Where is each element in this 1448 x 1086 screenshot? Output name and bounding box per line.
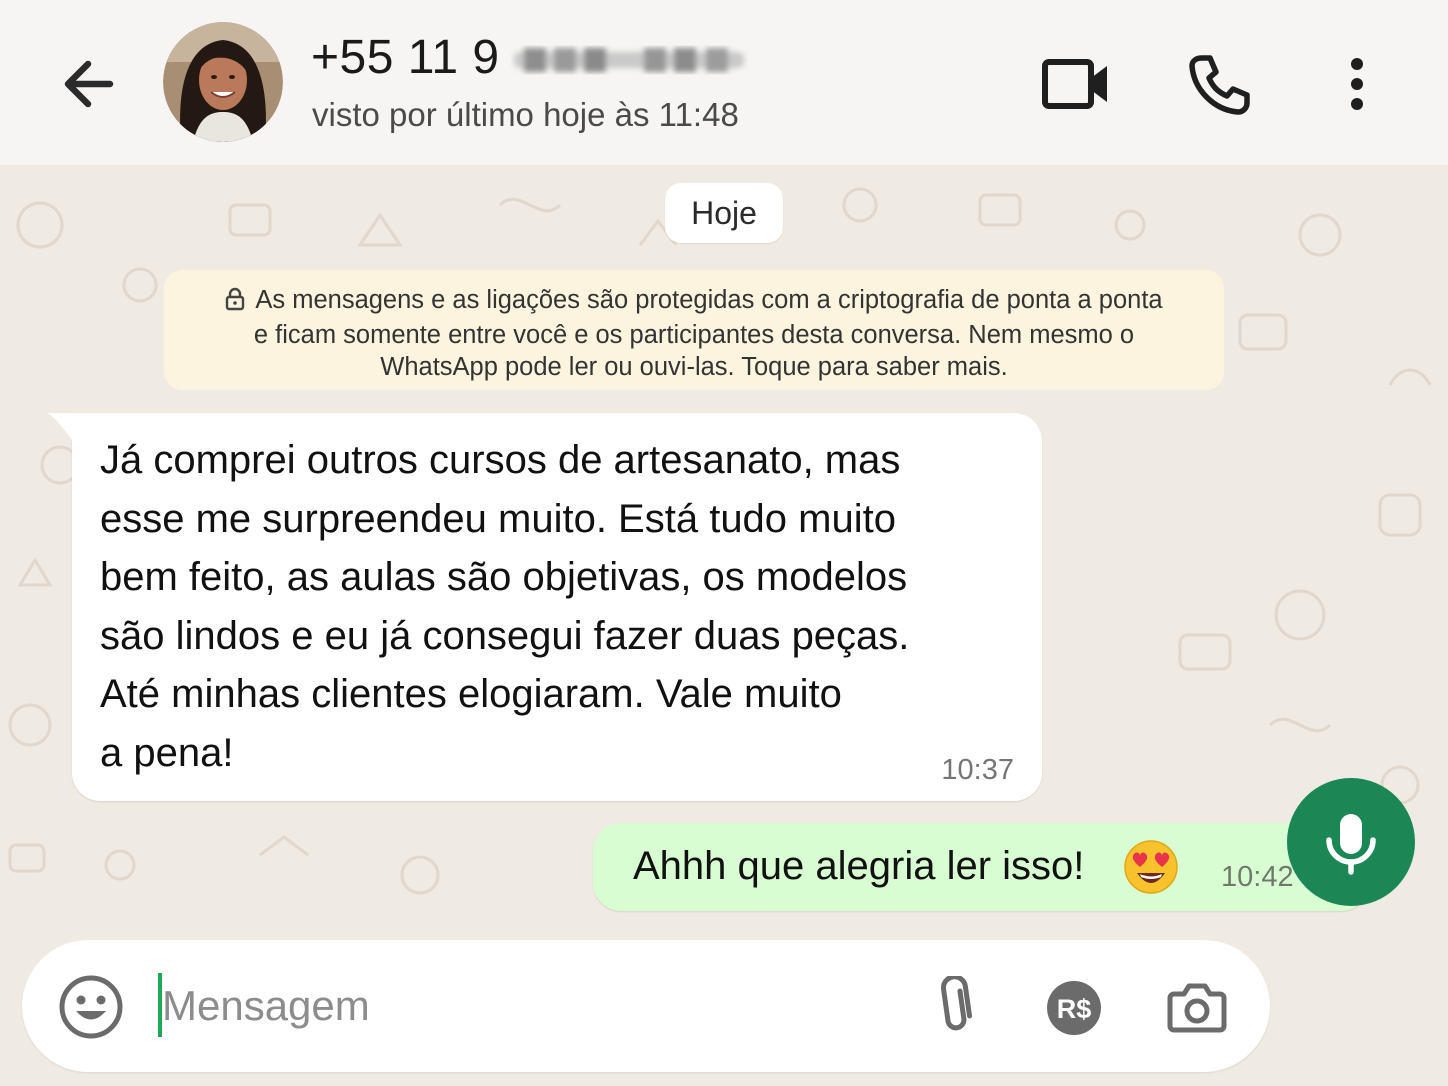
payment-button[interactable]: R$ [1046, 980, 1102, 1041]
message-line: esse me surpreendeu muito. Está tudo mui… [100, 496, 896, 541]
encryption-notice-line: WhatsApp pode ler ou ouvi-las. Toque par… [380, 353, 1008, 381]
message-timestamp: 10:37 [941, 754, 1014, 786]
message-line: bem feito, as aulas são objetivas, os mo… [100, 555, 908, 599]
contact-avatar[interactable] [163, 22, 283, 142]
outgoing-message-bubble[interactable]: Ahhh que alegria ler isso! 10:42 [593, 823, 1391, 911]
redacted-phone-number [510, 40, 748, 76]
message-line: são lindos e eu já consegui fazer duas p… [100, 613, 910, 658]
last-seen-status: visto por último hoje às 11:48 [312, 96, 739, 133]
bubble-tail [48, 413, 74, 443]
message-timestamp: 10:42 [1221, 861, 1294, 893]
chat-area[interactable]: Hoje As mensagens e as ligações são prot… [0, 165, 1448, 1086]
chat-header: +55 11 9 visto por último hoje às 11:48 [0, 0, 1448, 165]
incoming-message-bubble[interactable]: Já comprei outros cursos de artesanato, … [48, 413, 1042, 801]
paperclip-icon [941, 974, 973, 1031]
lock-icon [225, 287, 245, 319]
message-text: Ahhh que alegria ler isso! [633, 844, 1085, 888]
message-composer: R$ [22, 940, 1270, 1072]
encryption-notice-line: As mensagens e as ligações são protegida… [255, 286, 1163, 314]
back-button[interactable] [52, 50, 124, 120]
more-vertical-icon [1351, 58, 1363, 110]
phone-icon [1189, 55, 1250, 115]
camera-button[interactable] [1166, 980, 1228, 1039]
date-separator: Hoje [665, 183, 783, 243]
encryption-notice[interactable]: As mensagens e as ligações são protegida… [164, 270, 1224, 390]
voice-message-button[interactable] [1287, 778, 1415, 906]
message-line: a pena! [100, 730, 234, 775]
payment-icon: R$ [1047, 981, 1101, 1035]
message-line: Até minhas clientes elogiaram. Vale muit… [100, 672, 842, 716]
message-line: Já comprei outros cursos de artesanato, … [100, 438, 901, 482]
emoji-icon [59, 975, 123, 1039]
message-text: Já comprei outros cursos de artesanato, … [100, 431, 1000, 782]
more-options-button[interactable] [1340, 56, 1374, 117]
message-input[interactable] [162, 968, 882, 1044]
video-call-icon [1042, 59, 1107, 109]
camera-icon [1167, 983, 1227, 1033]
attach-button[interactable] [932, 974, 976, 1041]
heart-eyes-emoji-icon [1123, 839, 1179, 900]
encryption-notice-line: e ficam somente entre você e os particip… [253, 321, 1135, 349]
arrow-left-icon [64, 60, 114, 108]
microphone-icon [1326, 814, 1376, 875]
contact-name[interactable]: +55 11 9 [311, 30, 500, 85]
video-call-button[interactable] [1040, 56, 1112, 117]
voice-call-button[interactable] [1186, 52, 1252, 123]
emoji-button[interactable] [58, 974, 124, 1045]
payment-label: R$ [1057, 994, 1092, 1024]
